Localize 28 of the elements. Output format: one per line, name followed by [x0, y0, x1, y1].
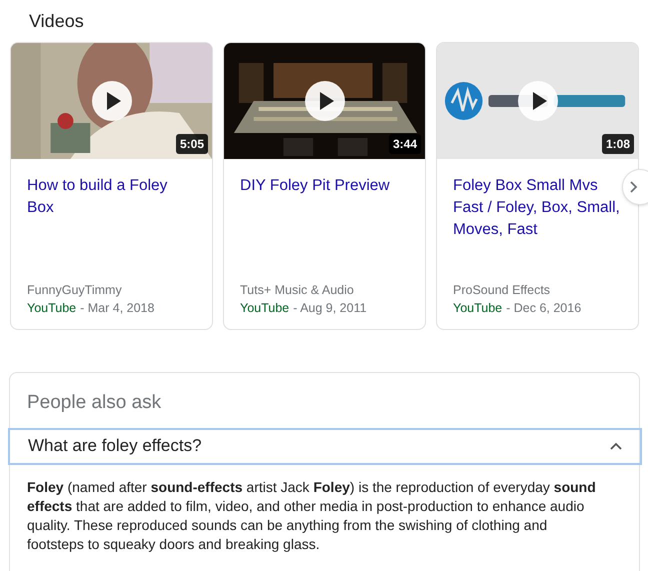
video-date: - Mar 4, 2018 [80, 300, 154, 317]
video-source: YouTube [453, 300, 502, 317]
play-icon[interactable] [92, 81, 132, 121]
video-card[interactable]: 5:05 How to build a Foley Box FunnyGuyTimmy YouTube - Mar 4, 2018 [10, 42, 213, 330]
duration-badge: 1:08 [602, 134, 634, 154]
video-source: YouTube [240, 300, 290, 317]
video-source: YouTube [27, 300, 76, 317]
video-card[interactable]: 3:44 DIY Foley Pit Preview Tuts+ Music & Audio YouTube - Aug 9, 2011 [223, 42, 426, 330]
duration-badge: 3:44 [388, 134, 421, 154]
chevron-right-icon [629, 180, 639, 194]
section-title: Videos [29, 10, 84, 33]
video-title-link[interactable]: Foley Box Small Mvs Fast / Foley, Box, Small, Moves, Fast [453, 175, 622, 241]
play-icon[interactable] [518, 81, 558, 121]
channel-name: Tuts+ Music & Audio [240, 282, 355, 299]
video-date: - Dec 6, 2016 [506, 300, 582, 317]
video-title-link[interactable]: How to build a Foley Box [27, 175, 196, 219]
video-date: - Aug 9, 2011 [293, 300, 367, 317]
video-card[interactable]: 1:08 Foley Box Small Mvs Fast / Foley, Box, Small, Moves, Fast ProSound Effects YouTube - Dec 6, 2016 [436, 42, 639, 330]
channel-name: FunnyGuyTimmy [27, 282, 123, 299]
channel-name: ProSound Effects [453, 282, 552, 299]
video-title-link[interactable]: DIY Foley Pit Preview [240, 175, 409, 197]
chevron-up-icon [610, 442, 622, 450]
question-row[interactable]: What are foley effects? [8, 428, 642, 464]
play-icon[interactable] [305, 81, 345, 121]
answer-text: Foley (named after sound-effects artist Jack Foley) is the reproduction of everyday sound effects that are added to film, video, and other media in post-production to enhance audio quality. These reproduced sounds can be anything from the swishing of clothing and footsteps to squeaky doors and breaking glass. [26, 478, 597, 554]
card-title: People also ask [26, 391, 162, 415]
next-button[interactable] [622, 169, 648, 205]
duration-badge: 5:05 [176, 134, 208, 154]
